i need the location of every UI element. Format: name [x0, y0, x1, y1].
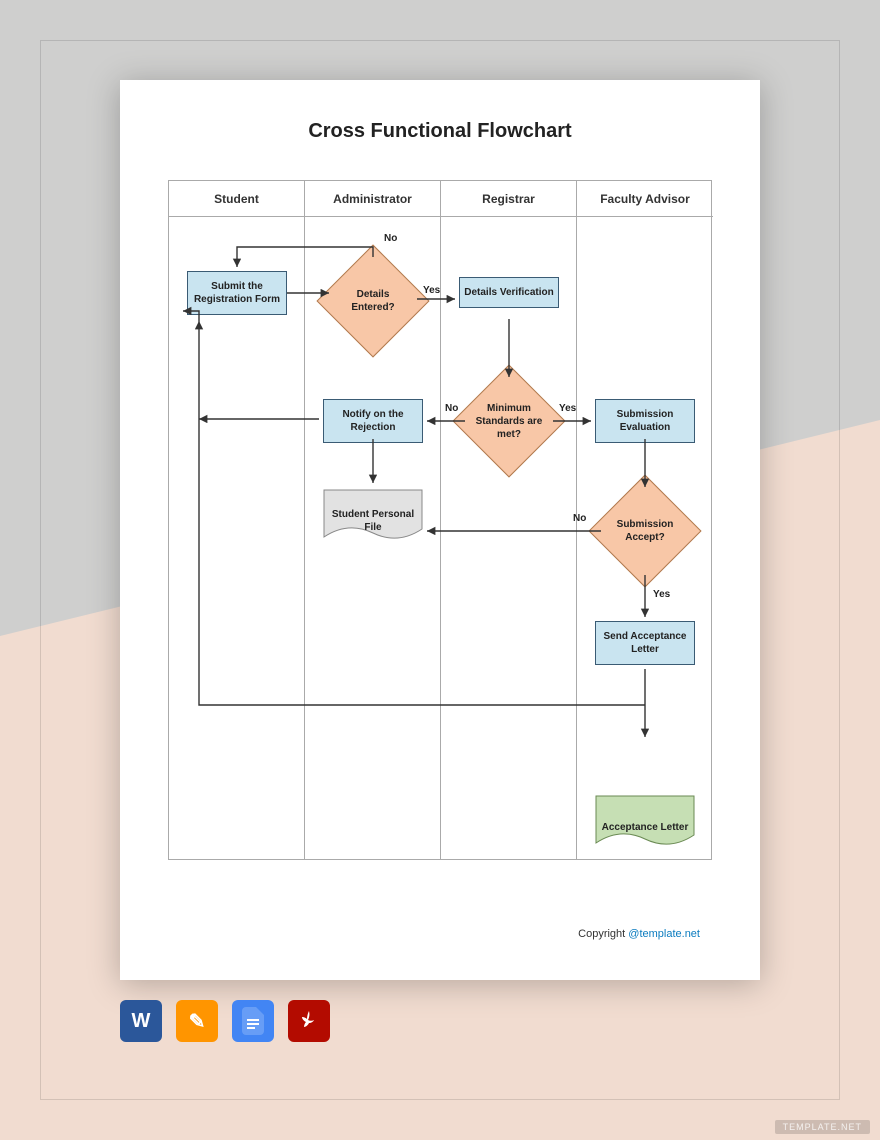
lane-header-administrator: Administrator	[305, 181, 440, 217]
node-acceptance-letter: Acceptance Letter	[595, 795, 695, 849]
lane-header-faculty: Faculty Advisor	[577, 181, 713, 217]
swimlane-grid: Student Administrator Registrar Faculty …	[168, 180, 712, 860]
node-min-standards: Minimum Standards are met?	[469, 381, 549, 461]
word-icon[interactable]: W	[120, 1000, 162, 1042]
label-no-3: No	[573, 513, 586, 524]
node-submit-form: Submit the Registration Form	[187, 271, 287, 315]
lane-header-student: Student	[169, 181, 304, 217]
node-notify-rejection: Notify on the Rejection	[323, 399, 423, 443]
node-submission-eval: Submission Evaluation	[595, 399, 695, 443]
watermark: TEMPLATE.NET	[775, 1120, 870, 1134]
pages-icon[interactable]: ✎	[176, 1000, 218, 1042]
document-page: Cross Functional Flowchart Student Admin…	[120, 80, 760, 980]
node-submission-accept: Submission Accept?	[605, 491, 685, 571]
label-no-2: No	[445, 403, 458, 414]
label-yes-1: Yes	[423, 285, 440, 296]
lane-header-registrar: Registrar	[441, 181, 576, 217]
page-title: Cross Functional Flowchart	[120, 120, 760, 143]
label-yes-2: Yes	[559, 403, 576, 414]
node-send-acceptance: Send Acceptance Letter	[595, 621, 695, 665]
file-format-icons: W ✎	[120, 1000, 330, 1042]
node-student-file: Student Personal File	[323, 489, 423, 543]
pdf-icon[interactable]	[288, 1000, 330, 1042]
node-details-entered: Details Entered?	[333, 261, 413, 341]
gdoc-icon[interactable]	[232, 1000, 274, 1042]
copyright-line: Copyright @template.net	[578, 928, 700, 940]
label-yes-3: Yes	[653, 589, 670, 600]
copyright-link[interactable]: @template.net	[628, 928, 700, 940]
label-no-1: No	[384, 233, 397, 244]
node-details-verification: Details Verification	[459, 277, 559, 308]
